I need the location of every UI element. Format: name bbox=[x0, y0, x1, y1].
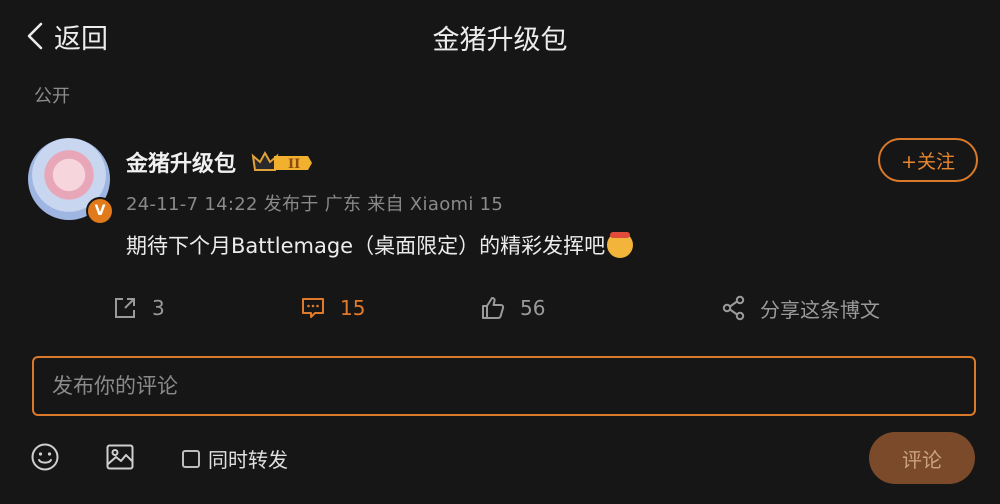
emoji-picker-icon[interactable] bbox=[30, 442, 60, 472]
post-content: 期待下个月Battlemage（桌面限定）的精彩发挥吧 bbox=[126, 230, 634, 260]
submit-comment-button[interactable]: 评论 bbox=[869, 432, 975, 484]
follow-button[interactable]: +关注 bbox=[878, 138, 978, 182]
comment-icon bbox=[302, 298, 324, 318]
comment-action[interactable]: 15 bbox=[300, 292, 365, 324]
visibility-label: 公开 bbox=[34, 86, 70, 107]
repost-checkbox-row[interactable]: 同时转发 bbox=[182, 444, 288, 473]
repost-checkbox-label: 同时转发 bbox=[208, 448, 288, 472]
post-text: 期待下个月Battlemage（桌面限定）的精彩发挥吧 bbox=[126, 234, 606, 258]
repost-checkbox[interactable] bbox=[182, 449, 200, 468]
repost-icon bbox=[115, 298, 135, 318]
crown-level-text: II bbox=[288, 157, 300, 172]
like-action[interactable]: 56 bbox=[480, 292, 545, 324]
verified-badge: V bbox=[86, 197, 114, 225]
repost-count: 3 bbox=[152, 296, 165, 320]
share-label: 分享这条博文 bbox=[760, 297, 880, 322]
like-count: 56 bbox=[520, 296, 546, 320]
emoji-icon bbox=[607, 232, 634, 258]
repost-action[interactable]: 3 bbox=[112, 292, 165, 324]
comment-count: 15 bbox=[340, 296, 366, 320]
post-meta: 24-11-7 14:22 发布于 广东 来自 Xiaomi 15 bbox=[126, 194, 504, 215]
share-icon bbox=[722, 295, 745, 321]
username[interactable]: 金猪升级包 bbox=[126, 146, 236, 178]
image-upload-icon[interactable] bbox=[105, 442, 135, 472]
share-action[interactable]: 分享这条博文 bbox=[722, 292, 880, 324]
crown-level-icon: II bbox=[251, 150, 312, 172]
page-title: 金猪升级包 bbox=[432, 25, 568, 56]
thumbs-up-icon bbox=[482, 297, 505, 319]
comment-input[interactable] bbox=[32, 356, 976, 416]
